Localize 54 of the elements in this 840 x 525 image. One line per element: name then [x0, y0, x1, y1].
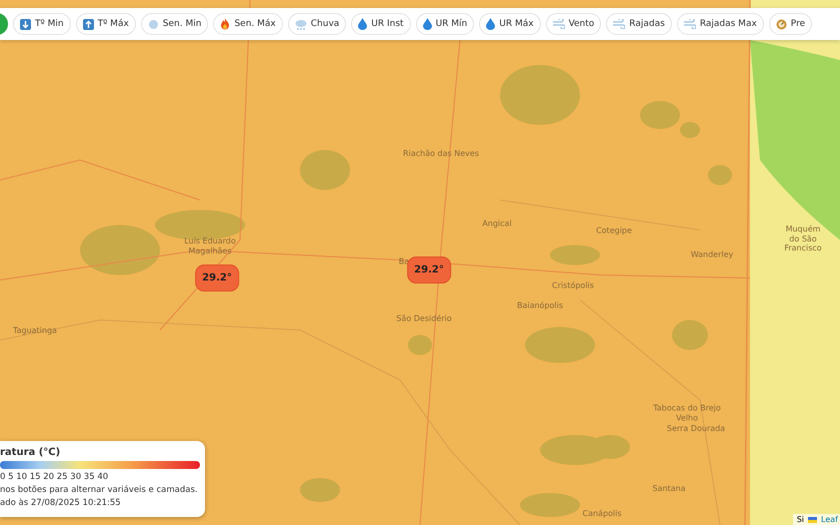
water-drop-icon	[486, 18, 496, 30]
place-label: Luís Eduardo Magalhães	[183, 236, 237, 256]
vegetation-patch	[525, 327, 595, 363]
down-arrow-icon	[20, 18, 31, 30]
up-arrow-icon	[82, 18, 94, 30]
variable-button[interactable]: Rajadas	[606, 13, 672, 35]
variable-button[interactable]: UR Inst	[351, 13, 411, 35]
temperature-marker[interactable]: 29.2°	[407, 256, 451, 284]
place-label: Tabocas do Brejo Velho	[652, 403, 722, 423]
wind-icon	[613, 19, 626, 29]
gauge-icon	[776, 18, 787, 30]
place-label: Riachão das Neves	[403, 149, 479, 159]
place-label: Cotegipe	[596, 226, 632, 236]
variable-button[interactable]: Sen. Min	[140, 13, 208, 35]
variable-button[interactable]: Pre	[768, 13, 812, 35]
water-drop-icon	[422, 18, 432, 30]
vegetation-patch	[408, 335, 432, 355]
vegetation-patch	[672, 320, 708, 350]
attribution-link[interactable]: Leaf	[821, 515, 838, 524]
variable-button[interactable]: Vento	[546, 13, 602, 35]
temperature-marker[interactable]: 29.2°	[195, 264, 239, 292]
place-label: Serra Dourada	[666, 424, 726, 434]
vegetation-patch	[300, 150, 350, 190]
flag-icon	[808, 516, 818, 522]
variable-button[interactable]: Rajadas Max	[676, 13, 764, 35]
vegetation-patch	[708, 165, 732, 185]
hint-text: nos botões para alternar variáveis e camadas.	[0, 485, 199, 495]
wind-icon	[552, 19, 565, 29]
place-label: Angical	[482, 219, 512, 229]
updated-time: ado às 27/08/2025 10:21:55	[0, 498, 122, 508]
place-label: Muquém do São Francisco	[784, 224, 822, 254]
wind-icon	[684, 19, 696, 29]
variable-button[interactable]: Tº Min	[13, 13, 71, 35]
place-label: Canápolis	[582, 509, 622, 519]
scale-labels: 0 5 10 15 20 25 30 35 40	[0, 472, 110, 482]
place-label: Wanderley	[690, 250, 734, 260]
place-label: Baianópolis	[516, 301, 564, 311]
fire-icon	[220, 18, 230, 30]
variable-button[interactable]: Sen. Máx	[213, 13, 283, 35]
rain-cloud-icon	[294, 18, 307, 30]
place-label: Cristópolis	[552, 281, 594, 291]
place-label: São Desidério	[396, 314, 452, 324]
legend-title: ratura (°C)	[0, 447, 62, 458]
variable-button[interactable]: UR Mín	[416, 13, 474, 35]
variable-button[interactable]: Chuva	[288, 13, 346, 35]
attribution-text: Si	[796, 515, 804, 524]
vegetation-patch	[550, 245, 600, 265]
vegetation-patch	[520, 493, 580, 517]
vegetation-patch	[300, 478, 340, 502]
place-label: Taguatinga	[13, 326, 57, 336]
place-label: Santana	[652, 484, 686, 494]
variable-button[interactable]: UR Máx	[479, 13, 541, 35]
variable-button[interactable]: Tº Máx	[76, 13, 136, 35]
water-drop-icon	[358, 18, 368, 30]
